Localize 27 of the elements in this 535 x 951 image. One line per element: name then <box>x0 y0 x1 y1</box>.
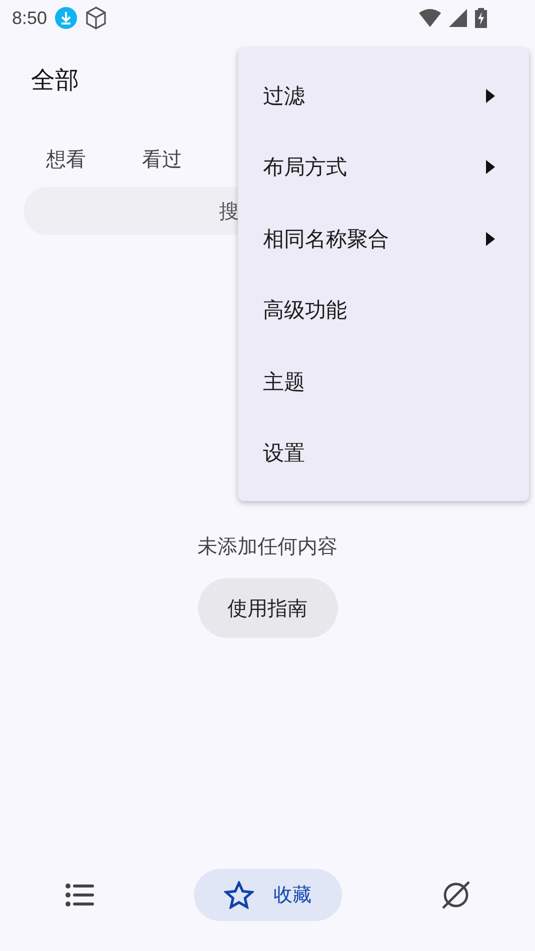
guide-button[interactable]: 使用指南 <box>198 578 338 638</box>
empty-message: 未添加任何内容 <box>198 533 338 560</box>
star-icon <box>224 881 254 909</box>
menu-item[interactable]: 设置 <box>238 418 529 489</box>
menu-item[interactable]: 主题 <box>238 346 529 418</box>
menu-item-label: 相同名称聚合 <box>263 226 389 253</box>
menu-item[interactable]: 高级功能 <box>238 274 529 346</box>
menu-item-label: 高级功能 <box>263 297 347 324</box>
cube-icon <box>85 6 108 30</box>
list-icon <box>64 883 94 907</box>
battery-icon <box>475 8 487 28</box>
menu-item[interactable]: 布局方式 <box>238 132 529 203</box>
tab[interactable]: 看过 <box>142 146 182 173</box>
menu-item-label: 过滤 <box>263 82 305 110</box>
nav-item[interactable]: 收藏 <box>194 869 342 921</box>
wifi-icon <box>419 9 441 27</box>
menu-item-label: 主题 <box>263 368 305 396</box>
menu-item-label: 设置 <box>263 440 305 468</box>
menu-item[interactable]: 过滤 <box>238 60 529 132</box>
signal-icon <box>449 9 467 27</box>
tab[interactable]: 想看 <box>46 146 86 173</box>
page-title: 全部 <box>31 66 79 94</box>
planet-icon <box>440 880 470 910</box>
menu-item[interactable]: 相同名称聚合 <box>238 203 529 274</box>
download-icon <box>55 7 78 29</box>
status-time: 8:50 <box>12 8 48 28</box>
menu-item-label: 布局方式 <box>263 154 347 182</box>
